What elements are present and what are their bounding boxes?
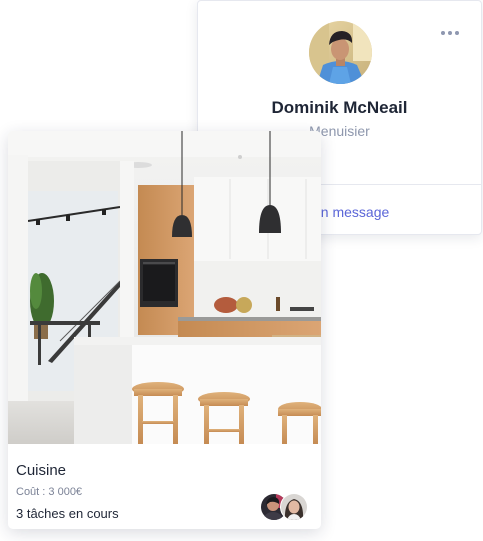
profile-name: Dominik McNeail — [271, 98, 408, 117]
member-avatar[interactable] — [280, 493, 308, 521]
member-avatar-photo — [281, 494, 307, 520]
project-title: Cuisine — [16, 462, 67, 479]
project-cost: Coût : 3 000€ — [16, 486, 83, 498]
more-dots-icon — [455, 31, 459, 35]
more-dots-icon — [441, 31, 445, 35]
more-options-button[interactable] — [441, 26, 459, 40]
project-tasks: 3 tâches en cours — [16, 506, 119, 521]
kitchen-photo — [8, 131, 321, 444]
profile-avatar[interactable] — [309, 21, 372, 84]
project-card[interactable]: Cuisine Coût : 3 000€ 3 tâches en cours — [8, 131, 321, 529]
member-avatars[interactable] — [260, 493, 310, 521]
more-dots-icon — [448, 31, 452, 35]
profile-photo — [309, 21, 372, 84]
